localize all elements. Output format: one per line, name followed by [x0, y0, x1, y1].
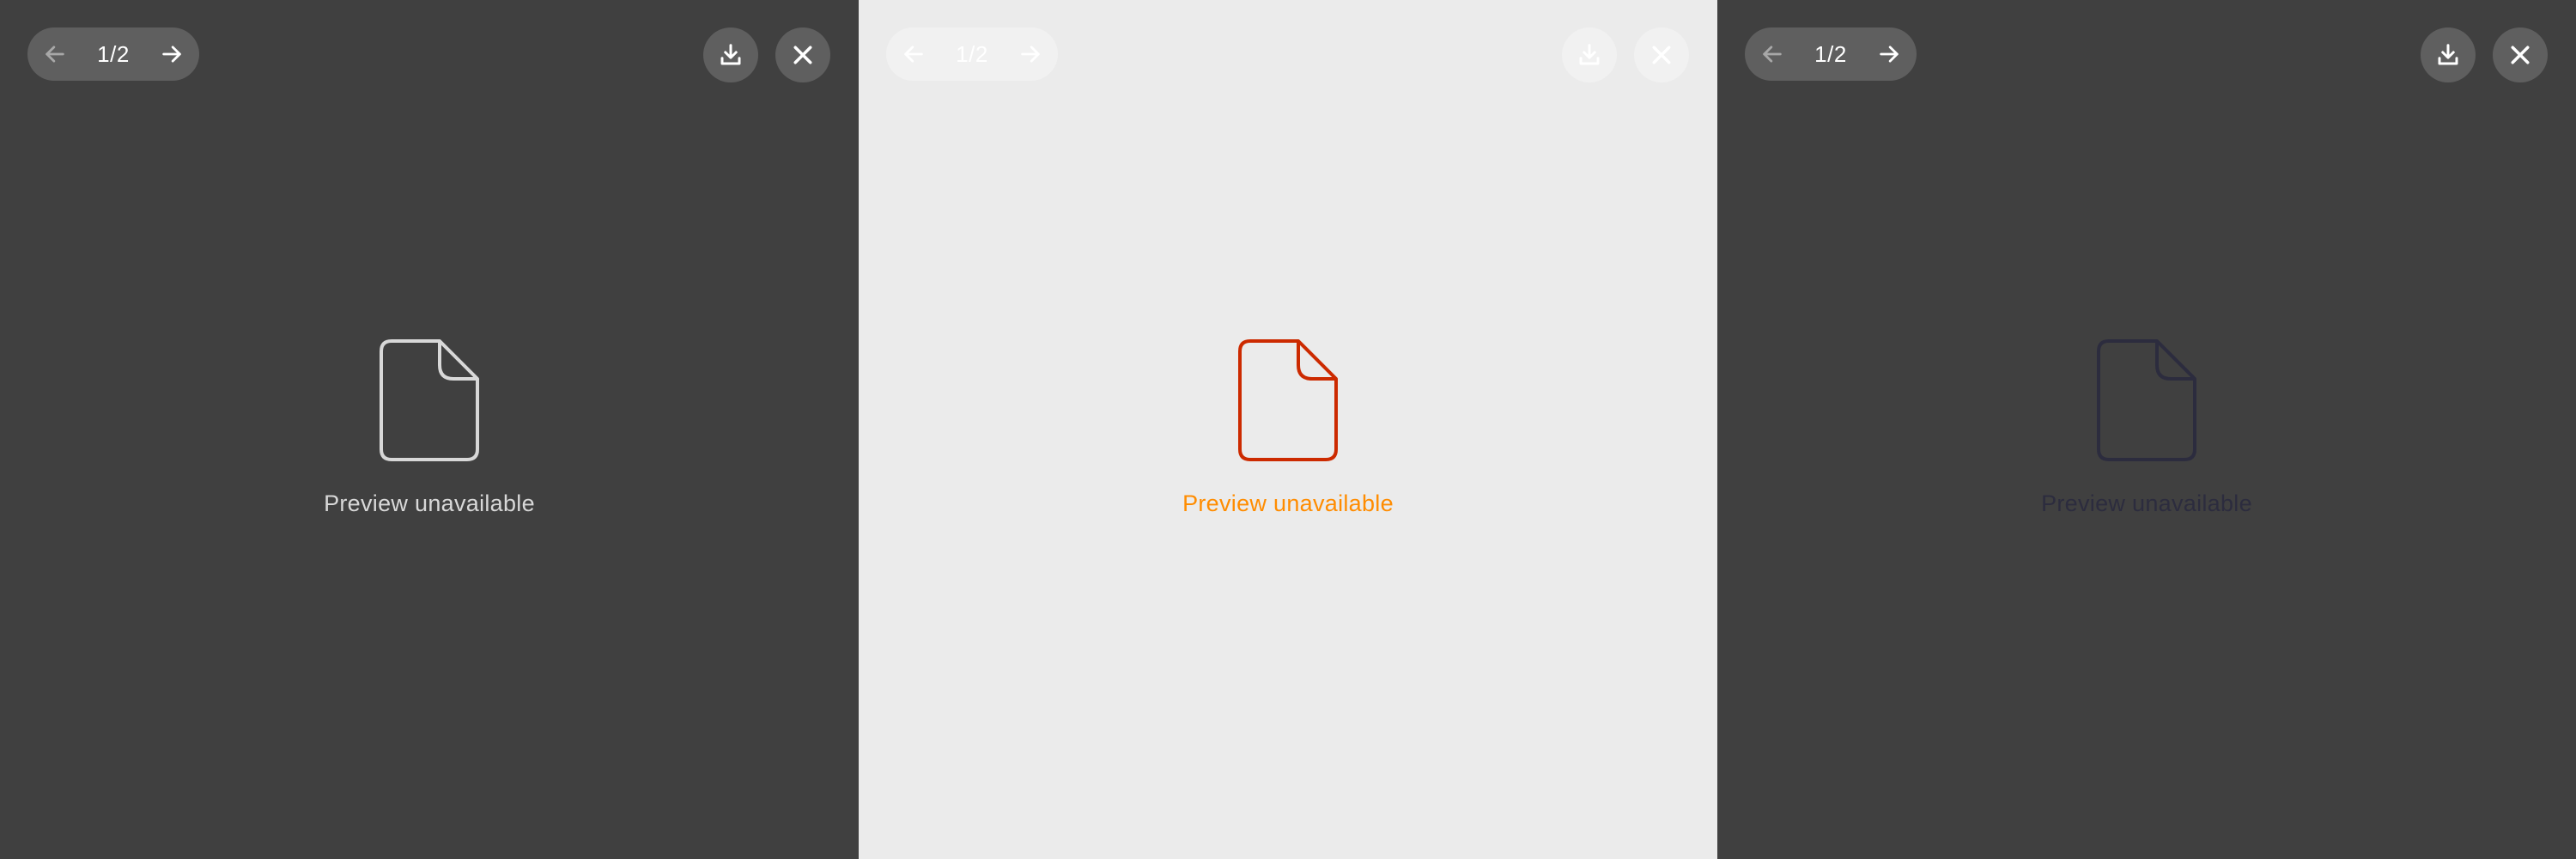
download-icon	[720, 44, 741, 65]
pager: 1/2	[886, 27, 1058, 81]
next-page-button[interactable]	[153, 35, 191, 73]
empty-state: Preview unavailable	[1717, 339, 2576, 517]
close-icon	[2511, 46, 2530, 64]
file-icon	[2097, 339, 2196, 461]
page-counter: 1/2	[1814, 40, 1847, 67]
file-icon	[380, 339, 479, 461]
prev-page-button[interactable]	[895, 35, 933, 73]
arrow-left-icon	[1763, 46, 1782, 63]
preview-unavailable-message: Preview unavailable	[2041, 490, 2252, 516]
close-button[interactable]	[775, 27, 830, 82]
preview-screen: 1/2 Preview unavailable 1/2 Preview unav…	[0, 0, 2576, 859]
close-button[interactable]	[1634, 27, 1689, 82]
pager: 1/2	[27, 27, 199, 81]
preview-unavailable-message: Preview unavailable	[1182, 490, 1394, 516]
download-button[interactable]	[703, 27, 758, 82]
arrow-right-icon	[162, 46, 181, 63]
page-counter: 1/2	[956, 40, 988, 67]
prev-page-button[interactable]	[1753, 35, 1791, 73]
empty-state: Preview unavailable	[0, 339, 859, 517]
close-icon	[793, 46, 812, 64]
arrow-right-icon	[1880, 46, 1899, 63]
prev-page-button[interactable]	[36, 35, 74, 73]
next-page-button[interactable]	[1012, 35, 1049, 73]
arrow-left-icon	[904, 46, 923, 63]
download-icon	[2438, 44, 2458, 65]
arrow-left-icon	[46, 46, 64, 63]
preview-panel-light: 1/2 Preview unavailable	[859, 0, 1717, 859]
preview-panel-dark: 1/2 Preview unavailable	[0, 0, 859, 859]
pager: 1/2	[1745, 27, 1917, 81]
next-page-button[interactable]	[1870, 35, 1908, 73]
preview-panel-dark-dim: 1/2 Preview unavailable	[1717, 0, 2576, 859]
page-counter: 1/2	[97, 40, 130, 67]
preview-unavailable-message: Preview unavailable	[324, 490, 535, 516]
arrow-right-icon	[1021, 46, 1040, 63]
download-button[interactable]	[1562, 27, 1617, 82]
empty-state: Preview unavailable	[859, 339, 1717, 517]
close-icon	[1652, 46, 1671, 64]
close-button[interactable]	[2493, 27, 2548, 82]
download-icon	[1579, 44, 1600, 65]
download-button[interactable]	[2421, 27, 2476, 82]
file-icon	[1238, 339, 1338, 461]
